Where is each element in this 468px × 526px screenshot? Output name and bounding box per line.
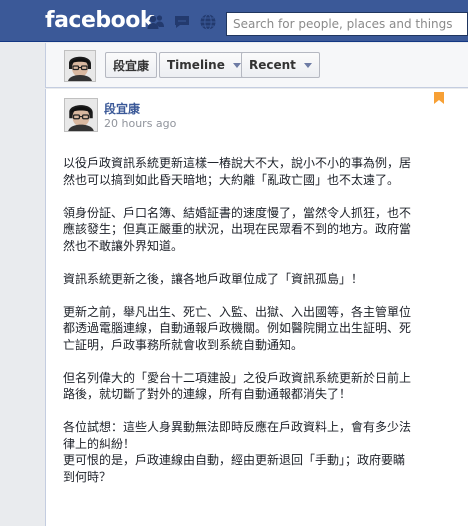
friend-requests-icon[interactable] xyxy=(146,13,166,31)
notifications-icon[interactable] xyxy=(198,13,218,31)
post-card: 段宜康 20 hours ago 以役戶政資訊系統更新這樣一樁說大不大，說小不小… xyxy=(45,89,468,526)
facebook-logo[interactable]: facebook xyxy=(45,8,155,33)
post-timestamp[interactable]: 20 hours ago xyxy=(104,117,176,130)
recent-dropdown[interactable]: Recent xyxy=(241,52,320,78)
post-paragraph: 各位試想：這些人身異動無法即時反應在戶政資料上，會有多少法 律上的糾紛！ 更可恨… xyxy=(63,420,412,484)
chevron-down-icon xyxy=(303,62,312,68)
notification-jewels xyxy=(146,13,218,31)
chevron-down-icon xyxy=(232,62,241,68)
post-paragraph: 但名列偉大的「愛台十二項建設」之役戶政資訊系統更新於日前上 路後，就切斷了對外的… xyxy=(63,370,412,402)
profile-name-button[interactable]: 段宜康 xyxy=(105,52,158,78)
recent-label: Recent xyxy=(249,58,296,72)
search-box[interactable] xyxy=(226,12,468,36)
post-paragraph: 資訊系統更新之後，讓各地戶政單位成了「資訊孤島」！ xyxy=(63,271,364,286)
bookmark-icon[interactable] xyxy=(434,89,444,104)
search-input[interactable] xyxy=(227,13,467,35)
profile-avatar[interactable] xyxy=(64,50,96,82)
post-body: 以役戶政資訊系統更新這樣一樁說大不大，說小不小的事為例，居 然也可以搞到如此昏天… xyxy=(63,155,459,502)
messages-icon[interactable] xyxy=(172,13,192,31)
author-avatar[interactable] xyxy=(64,98,98,132)
timeline-label: Timeline xyxy=(167,58,225,72)
top-bar: facebook xyxy=(0,0,468,42)
post-paragraph: 領身份証、戶口名簿、結婚証書的速度慢了，當然令人抓狂，也不 應該發生；但真正嚴重… xyxy=(63,205,412,253)
post-paragraph: 以役戶政資訊系統更新這樣一樁說大不大，說小不小的事為例，居 然也可以搞到如此昏天… xyxy=(63,156,412,187)
post-author-link[interactable]: 段宜康 xyxy=(104,100,140,117)
post-paragraph: 更新之前，舉凡出生、死亡、入監、出獄、入出國等，各主管單位 都透過電腦連線，自動… xyxy=(63,304,412,352)
timeline-dropdown[interactable]: Timeline xyxy=(159,52,249,78)
timeline-nav-bar: 段宜康 Timeline Recent xyxy=(45,43,468,88)
